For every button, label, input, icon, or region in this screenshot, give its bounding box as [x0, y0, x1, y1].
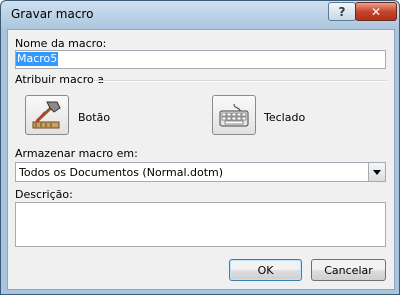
- cancel-button[interactable]: Cancelar: [311, 259, 386, 281]
- button-option-label: Botão: [78, 111, 111, 124]
- macro-name-input[interactable]: [15, 50, 386, 69]
- help-button[interactable]: ?: [328, 2, 356, 21]
- close-icon: ✕: [370, 4, 382, 19]
- record-macro-dialog: Gravar macro ? ✕ Nome da macro: Macro5 A…: [0, 0, 400, 295]
- description-label: Descrição:: [15, 188, 73, 201]
- description-textarea[interactable]: [15, 202, 386, 247]
- cancel-button-label: Cancelar: [324, 263, 373, 277]
- keyboard-icon: [219, 103, 249, 127]
- chevron-down-icon[interactable]: [368, 163, 385, 181]
- hammer-icon: [32, 101, 61, 129]
- window-title: Gravar macro: [11, 7, 94, 21]
- ok-button[interactable]: OK: [229, 259, 302, 281]
- assign-to-button[interactable]: [25, 95, 69, 135]
- ok-button-label: OK: [257, 263, 274, 277]
- keyboard-option-label: Teclado: [264, 111, 306, 124]
- assign-to-keyboard-button[interactable]: [212, 95, 256, 135]
- close-button[interactable]: ✕: [355, 2, 397, 21]
- macro-name-label: Nome da macro:: [15, 37, 107, 50]
- help-icon: ?: [338, 4, 346, 19]
- assign-group-label: Atribuir macro a: [15, 73, 105, 86]
- title-bar[interactable]: Gravar macro ? ✕: [1, 1, 399, 29]
- store-macro-value: Todos os Documentos (Normal.dotm): [19, 166, 224, 179]
- store-macro-label: Armazenar macro em:: [15, 147, 138, 160]
- macro-name-value: Macro5: [16, 52, 59, 66]
- group-separator: [94, 80, 386, 82]
- dialog-body: Nome da macro: Macro5 Atribuir macro a B…: [7, 29, 395, 290]
- store-macro-select[interactable]: Todos os Documentos (Normal.dotm): [15, 162, 386, 182]
